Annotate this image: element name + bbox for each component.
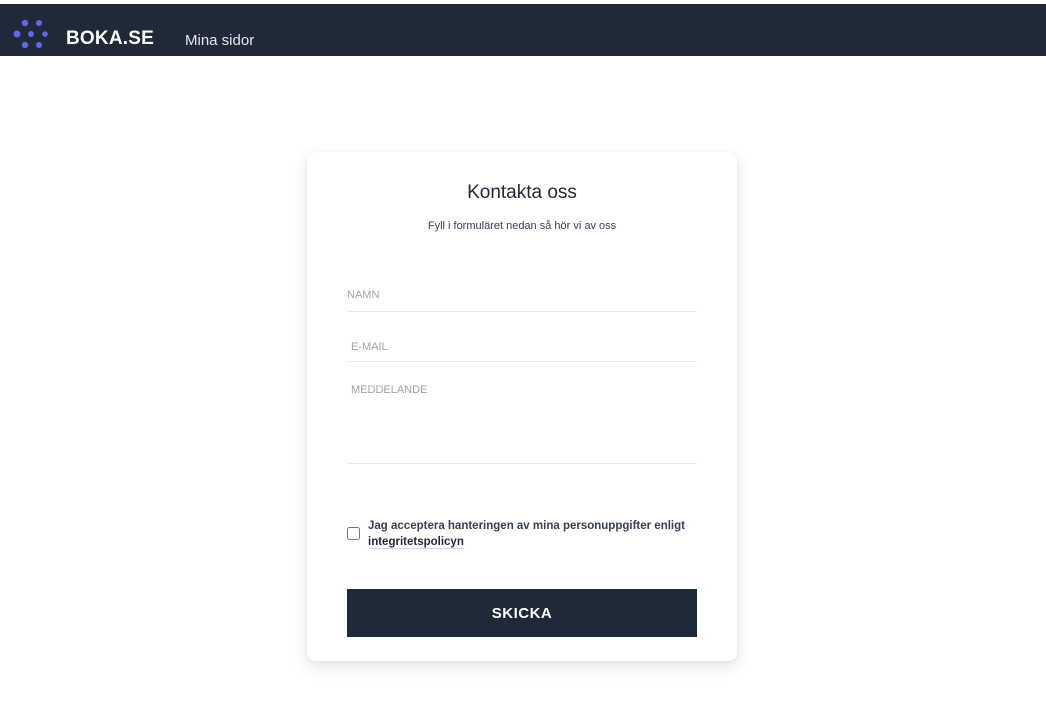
brand-name[interactable]: BOKA.SE — [66, 28, 154, 50]
form-subtitle: Fyll i formuläret nedan så hör vi av oss — [427, 220, 617, 232]
consent-label: Jag acceptera hanteringen av mina person… — [368, 518, 708, 550]
nav-link-mina-sidor[interactable]: Mina sidor — [185, 32, 254, 49]
consent-text: Jag acceptera hanteringen av mina person… — [368, 520, 685, 532]
consent-checkbox[interactable] — [347, 527, 360, 540]
name-input[interactable] — [347, 270, 697, 312]
top-navbar: BOKA.SE Mina sidor — [0, 4, 1046, 56]
page-title: Kontakta oss — [467, 182, 577, 203]
submit-button[interactable]: SKICKA — [347, 589, 697, 637]
logo-icon[interactable] — [13, 17, 49, 51]
email-input[interactable] — [347, 324, 697, 362]
privacy-policy-link[interactable]: integritetspolicyn — [368, 536, 464, 549]
message-textarea[interactable] — [347, 374, 697, 464]
contact-card: Kontakta oss Fyll i formuläret nedan så … — [307, 152, 737, 661]
